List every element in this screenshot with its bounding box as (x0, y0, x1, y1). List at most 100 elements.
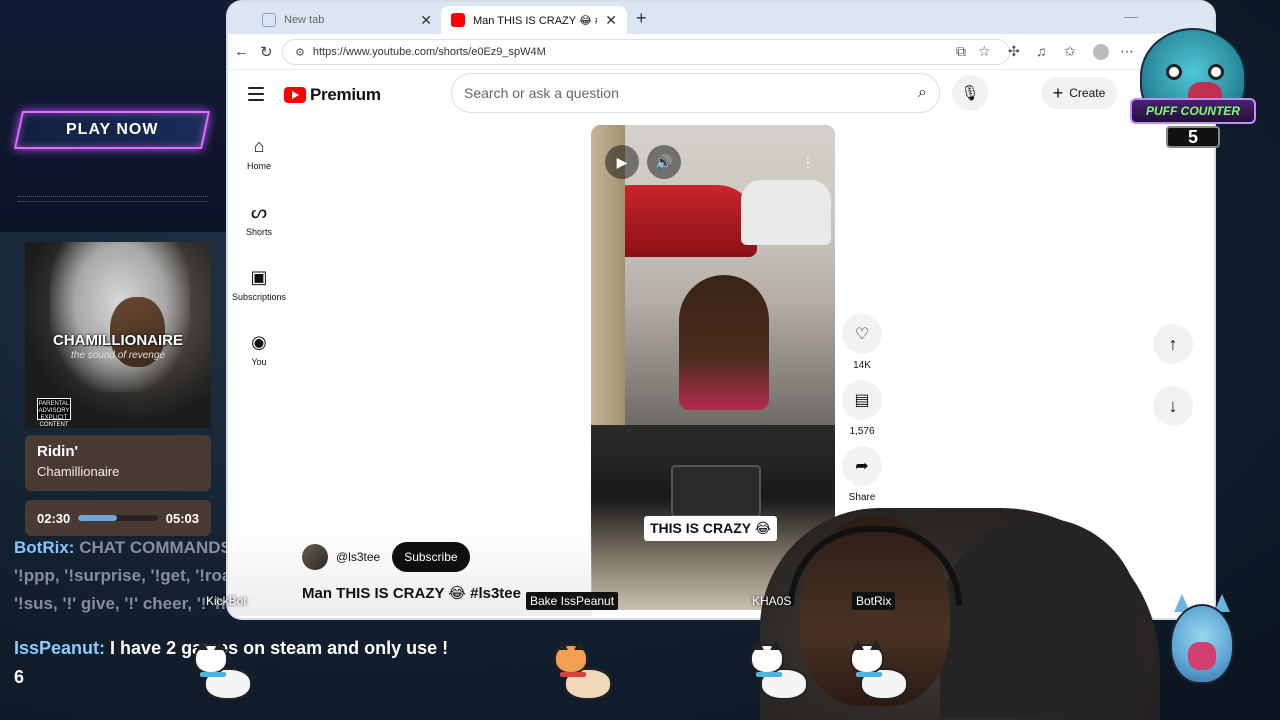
reload-icon[interactable]: ↻ (260, 43, 273, 61)
play-icon[interactable]: ▶ (605, 145, 639, 179)
comment-icon[interactable]: ▤ (842, 380, 882, 420)
sidebar-label: Home (246, 161, 271, 171)
play-now-label: PLAY NOW (65, 121, 159, 138)
you-icon: ◉ (251, 332, 267, 352)
chat-message-continuation: 6 (14, 667, 25, 687)
share-arrow-icon[interactable]: ➦ (842, 446, 882, 486)
track-progress: 02:30 05:03 (25, 500, 211, 536)
now-playing-card: Ridin' Chamillionaire (25, 435, 211, 491)
plus-icon: + (1052, 82, 1064, 103)
short-title[interactable]: Man THIS IS CRAZY 😂 #ls3tee ... (302, 584, 538, 602)
shorts-icon: ᔕ (250, 202, 268, 222)
chat-username: BotRix: (14, 538, 75, 557)
subscribe-button[interactable]: Subscribe (392, 542, 470, 572)
next-short-arrow-icon[interactable]: ↓ (1153, 386, 1193, 426)
channel-handle[interactable]: @ls3tee (336, 550, 380, 564)
media-icon[interactable]: ♫ (1036, 43, 1047, 59)
youtube-premium-wordmark: Premium (310, 85, 381, 104)
viewer-name-tag: Bake IssPeanut (526, 592, 619, 610)
youtube-logo[interactable]: Premium (284, 85, 381, 105)
tab-label: New tab (284, 14, 325, 26)
address-bar: ← ↻ ⚙ https://www.youtube.com/shorts/e0E… (228, 34, 1214, 70)
close-tab-icon[interactable]: ✕ (605, 12, 617, 29)
search-input[interactable]: Search or ask a question (464, 85, 918, 101)
search-bar[interactable]: Search or ask a question ⌕ (451, 73, 940, 113)
back-arrow-icon[interactable]: ← (234, 43, 249, 60)
album-art-artist: CHAMILLIONAIRE (53, 332, 183, 349)
puff-counter-widget: PUFF COUNTER 5 (1130, 24, 1256, 150)
sidebar-item-home[interactable]: ⌂ Home (228, 136, 290, 171)
sidebar-label: Subscriptions (231, 292, 287, 302)
streamer-webcam (760, 508, 1160, 720)
sidebar-label: Shorts (245, 227, 272, 237)
track-artist: Chamillionaire (37, 464, 120, 479)
comment-action[interactable]: ▤ 1,576 (842, 380, 882, 437)
cat-avatar-icon (746, 640, 816, 710)
ad-fineprint (18, 196, 208, 202)
cat-avatar-icon (550, 640, 620, 710)
sidebar-item-you[interactable]: ◉ You (228, 332, 290, 367)
home-icon: ⌂ (253, 136, 265, 156)
cat-avatar-icon (190, 640, 260, 710)
tab-strip: New tab ✕ Man THIS IS CRAZY 😂 #ls3tee #m… (228, 2, 1214, 34)
new-tab-plus-icon[interactable]: + (636, 8, 647, 29)
tab-label: Man THIS IS CRAZY 😂 #ls3tee #m (473, 14, 597, 27)
stream-ad-panel: PLAY NOW (0, 0, 226, 232)
subscriptions-icon: ▣ (250, 267, 268, 287)
app-available-icon[interactable]: ⧉ (956, 43, 966, 60)
close-tab-icon[interactable]: ✕ (420, 12, 432, 29)
comment-count: 1,576 (849, 426, 875, 437)
tab-youtube-short[interactable]: Man THIS IS CRAZY 😂 #ls3tee #m ✕ (441, 6, 627, 34)
youtube-favicon-icon (451, 13, 465, 27)
play-now-button[interactable]: PLAY NOW (13, 111, 211, 149)
url-field[interactable]: ⚙ https://www.youtube.com/shorts/e0Ez9_s… (282, 39, 1010, 65)
extensions-icon[interactable]: ✣ (1008, 43, 1020, 60)
track-title: Ridin' (37, 443, 79, 460)
like-count: 14K (853, 360, 871, 371)
more-options-icon[interactable]: ⋮ (791, 145, 825, 179)
total-time: 05:03 (165, 510, 199, 526)
profile-avatar[interactable] (1093, 44, 1109, 60)
share-label: Share (848, 492, 876, 503)
like-action[interactable]: ♡ 14K (842, 314, 882, 371)
channel-info: @ls3tee Subscribe (302, 542, 470, 572)
create-button[interactable]: + Create (1041, 77, 1117, 109)
puff-counter-label: PUFF COUNTER (1130, 98, 1256, 124)
short-video-player[interactable]: ▶ 🔊 ⋮ THIS IS CRAZY 😂 (591, 125, 835, 610)
elapsed-time: 02:30 (37, 510, 71, 526)
url-text: https://www.youtube.com/shorts/e0Ez9_spW… (312, 46, 546, 58)
video-caption: THIS IS CRAZY 😂 (644, 516, 778, 541)
progress-bar (78, 515, 158, 521)
puff-counter-value: 5 (1166, 126, 1220, 148)
sidebar-item-shorts[interactable]: ᔕ Shorts (228, 202, 290, 237)
sidebar-label: You (251, 357, 267, 367)
search-icon[interactable]: ⌕ (918, 84, 927, 102)
channel-avatar[interactable] (302, 544, 328, 570)
viewer-name-tag: KickBot (206, 594, 247, 608)
previous-short-arrow-icon[interactable]: ↑ (1153, 324, 1193, 364)
viewer-name-tag: BotRix (852, 592, 896, 610)
monster-mascot-icon (1166, 594, 1238, 690)
album-art-subtitle: the sound of revenge (71, 350, 165, 361)
progress-fill (78, 515, 118, 521)
favorite-star-icon[interactable]: ☆ (978, 43, 991, 60)
tab-new-tab[interactable]: New tab ✕ (252, 6, 442, 34)
cat-avatar-icon (846, 640, 916, 710)
sidebar-item-subscriptions[interactable]: ▣ Subscriptions (228, 267, 290, 302)
site-info-icon[interactable]: ⚙ (295, 46, 305, 59)
create-label: Create (1069, 86, 1106, 100)
like-heart-icon[interactable]: ♡ (842, 314, 882, 354)
new-tab-icon (262, 13, 276, 27)
youtube-play-icon (284, 87, 306, 103)
viewer-name-tag: KHA0S (752, 594, 792, 608)
minimize-icon[interactable]: — (1124, 8, 1138, 24)
volume-icon[interactable]: 🔊 (647, 145, 681, 179)
favorites-icon[interactable]: ✩ (1064, 43, 1076, 60)
voice-search-icon[interactable]: 🎙 (952, 75, 988, 111)
parental-advisory-label: PARENTAL ADVISORY EXPLICIT CONTENT (37, 398, 71, 428)
share-action[interactable]: ➦ Share (842, 446, 882, 503)
album-art: CHAMILLIONAIRE the sound of revenge PARE… (25, 242, 211, 428)
hamburger-menu-icon[interactable] (248, 87, 264, 101)
chat-text: I have 2 games on steam and only use ! (110, 638, 449, 658)
chat-username: IssPeanut: (14, 638, 106, 658)
